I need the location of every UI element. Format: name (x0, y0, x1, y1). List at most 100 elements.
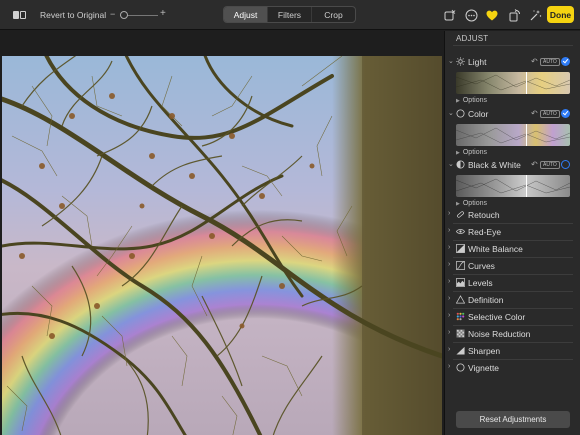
white-balance-icon (456, 244, 465, 253)
section-label-noise-reduction: Noise Reduction (468, 329, 531, 339)
revert-to-original-button[interactable]: Revert to Original (40, 8, 106, 22)
vignette-icon (456, 363, 465, 372)
color-options-toggle[interactable]: ▶ Options (456, 149, 487, 156)
favorite-heart-icon (486, 10, 498, 20)
compare-icon (12, 11, 19, 19)
chevron-down-icon[interactable]: ⌄ (448, 57, 454, 65)
section-label-vignette: Vignette (468, 363, 500, 373)
sun-icon (456, 57, 465, 66)
more-button[interactable] (464, 8, 478, 22)
half-circle-icon (456, 160, 465, 169)
reset-adjustments-button[interactable]: Reset Adjustments (456, 411, 570, 428)
chevron-right-icon[interactable]: › (448, 363, 450, 370)
section-label-levels: Levels (468, 278, 493, 288)
eye-icon (456, 229, 465, 234)
section-label-color: Color (468, 109, 489, 119)
done-button[interactable]: Done (547, 6, 574, 23)
row-red-eye[interactable]: › Red-Eye (445, 223, 580, 240)
zoom-out-icon: − (110, 9, 116, 19)
section-label-black-white: Black & White (468, 160, 521, 170)
compare-button[interactable] (10, 9, 28, 21)
row-selective-color[interactable]: › Selective Color (445, 308, 580, 325)
zoom-slider-knob[interactable] (120, 11, 128, 19)
row-retouch[interactable]: › Retouch (445, 206, 580, 223)
tab-crop[interactable]: Crop (311, 7, 355, 22)
black-white-slider-thumbnail[interactable] (456, 175, 570, 197)
section-light: ⌄ Light ↶ AUTO ▶ Options (445, 56, 580, 106)
color-enabled-checkbox[interactable] (561, 109, 570, 118)
extensions-button[interactable] (442, 8, 456, 22)
chevron-right-icon[interactable]: › (448, 278, 450, 285)
chevron-right-icon[interactable]: › (448, 261, 450, 268)
slider-handle[interactable] (526, 124, 527, 146)
favorite-button[interactable] (485, 8, 499, 22)
auto-button-black-white[interactable]: AUTO (540, 161, 560, 169)
row-curves[interactable]: › Curves (445, 257, 580, 274)
adjust-sidebar: ADJUST ⌄ Light ↶ AUTO ▶ Options ⌄ Color ↶… (444, 31, 580, 435)
divider (453, 45, 573, 46)
auto-button-color[interactable]: AUTO (540, 110, 560, 118)
light-enabled-checkbox[interactable] (561, 57, 570, 66)
section-label-selective-color: Selective Color (468, 312, 526, 322)
section-label-retouch: Retouch (468, 210, 500, 220)
zoom-slider[interactable]: − + (110, 8, 168, 22)
row-definition[interactable]: › Definition (445, 291, 580, 308)
section-label-red-eye: Red-Eye (468, 227, 502, 237)
toolbar: Revert to Original − + Adjust Filters Cr… (0, 0, 580, 30)
chevron-right-icon[interactable]: › (448, 329, 450, 336)
rotate-button[interactable] (507, 8, 521, 22)
sidebar-title: ADJUST (456, 34, 489, 43)
row-noise-reduction[interactable]: › Noise Reduction (445, 325, 580, 342)
rotate-icon (509, 8, 520, 21)
undo-icon[interactable]: ↶ (531, 109, 538, 118)
section-label-white-balance: White Balance (468, 244, 523, 254)
chevron-right-icon[interactable]: › (448, 210, 450, 217)
chevron-right-icon[interactable]: › (448, 312, 450, 319)
sharpen-icon (456, 346, 465, 355)
row-levels[interactable]: › Levels (445, 274, 580, 291)
row-white-balance[interactable]: › White Balance (445, 240, 580, 257)
auto-button-light[interactable]: AUTO (540, 58, 560, 66)
color-header[interactable]: ⌄ Color ↶ AUTO (445, 108, 580, 120)
undo-icon[interactable]: ↶ (531, 160, 538, 169)
black-white-header[interactable]: ⌄ Black & White ↶ AUTO (445, 159, 580, 171)
triangle-icon (456, 295, 465, 304)
tab-adjust[interactable]: Adjust (224, 7, 267, 22)
slider-handle[interactable] (526, 72, 527, 94)
section-label-light: Light (468, 57, 487, 67)
chevron-right-icon[interactable]: › (448, 295, 450, 302)
light-header[interactable]: ⌄ Light ↶ AUTO (445, 56, 580, 68)
bandage-icon (457, 211, 464, 218)
chevron-right-icon[interactable]: › (448, 346, 450, 353)
light-slider-thumbnail[interactable] (456, 72, 570, 94)
curves-icon (456, 261, 465, 270)
levels-icon (456, 278, 465, 287)
section-label-definition: Definition (468, 295, 504, 305)
zoom-in-icon: + (160, 8, 166, 19)
undo-icon[interactable]: ↶ (531, 57, 538, 66)
color-slider-thumbnail[interactable] (456, 124, 570, 146)
black-white-enabled-checkbox[interactable] (561, 160, 570, 169)
more-icon (465, 9, 477, 21)
chevron-down-icon[interactable]: ⌄ (448, 160, 454, 168)
section-color: ⌄ Color ↶ AUTO ▶ Options (445, 108, 580, 158)
photo-image[interactable] (2, 56, 442, 435)
rainbow-tree-photo (2, 56, 442, 435)
auto-enhance-icon (530, 9, 541, 20)
auto-enhance-button[interactable] (528, 8, 542, 22)
row-vignette[interactable]: › Vignette (445, 359, 580, 376)
extensions-icon (444, 9, 455, 20)
row-sharpen[interactable]: › Sharpen (445, 342, 580, 359)
chevron-right-icon[interactable]: › (448, 244, 450, 251)
chevron-right-icon[interactable]: › (448, 227, 450, 234)
edit-mode-tabs: Adjust Filters Crop (223, 6, 356, 23)
section-label-sharpen: Sharpen (468, 346, 501, 356)
color-circle-icon (456, 109, 465, 118)
chevron-down-icon[interactable]: ⌄ (448, 109, 454, 117)
section-black-white: ⌄ Black & White ↶ AUTO ▶ Options (445, 159, 580, 209)
light-options-toggle[interactable]: ▶ Options (456, 97, 487, 104)
noise-icon (456, 329, 465, 338)
section-label-curves: Curves (468, 261, 495, 271)
slider-handle[interactable] (526, 175, 527, 197)
tab-filters[interactable]: Filters (267, 7, 311, 22)
